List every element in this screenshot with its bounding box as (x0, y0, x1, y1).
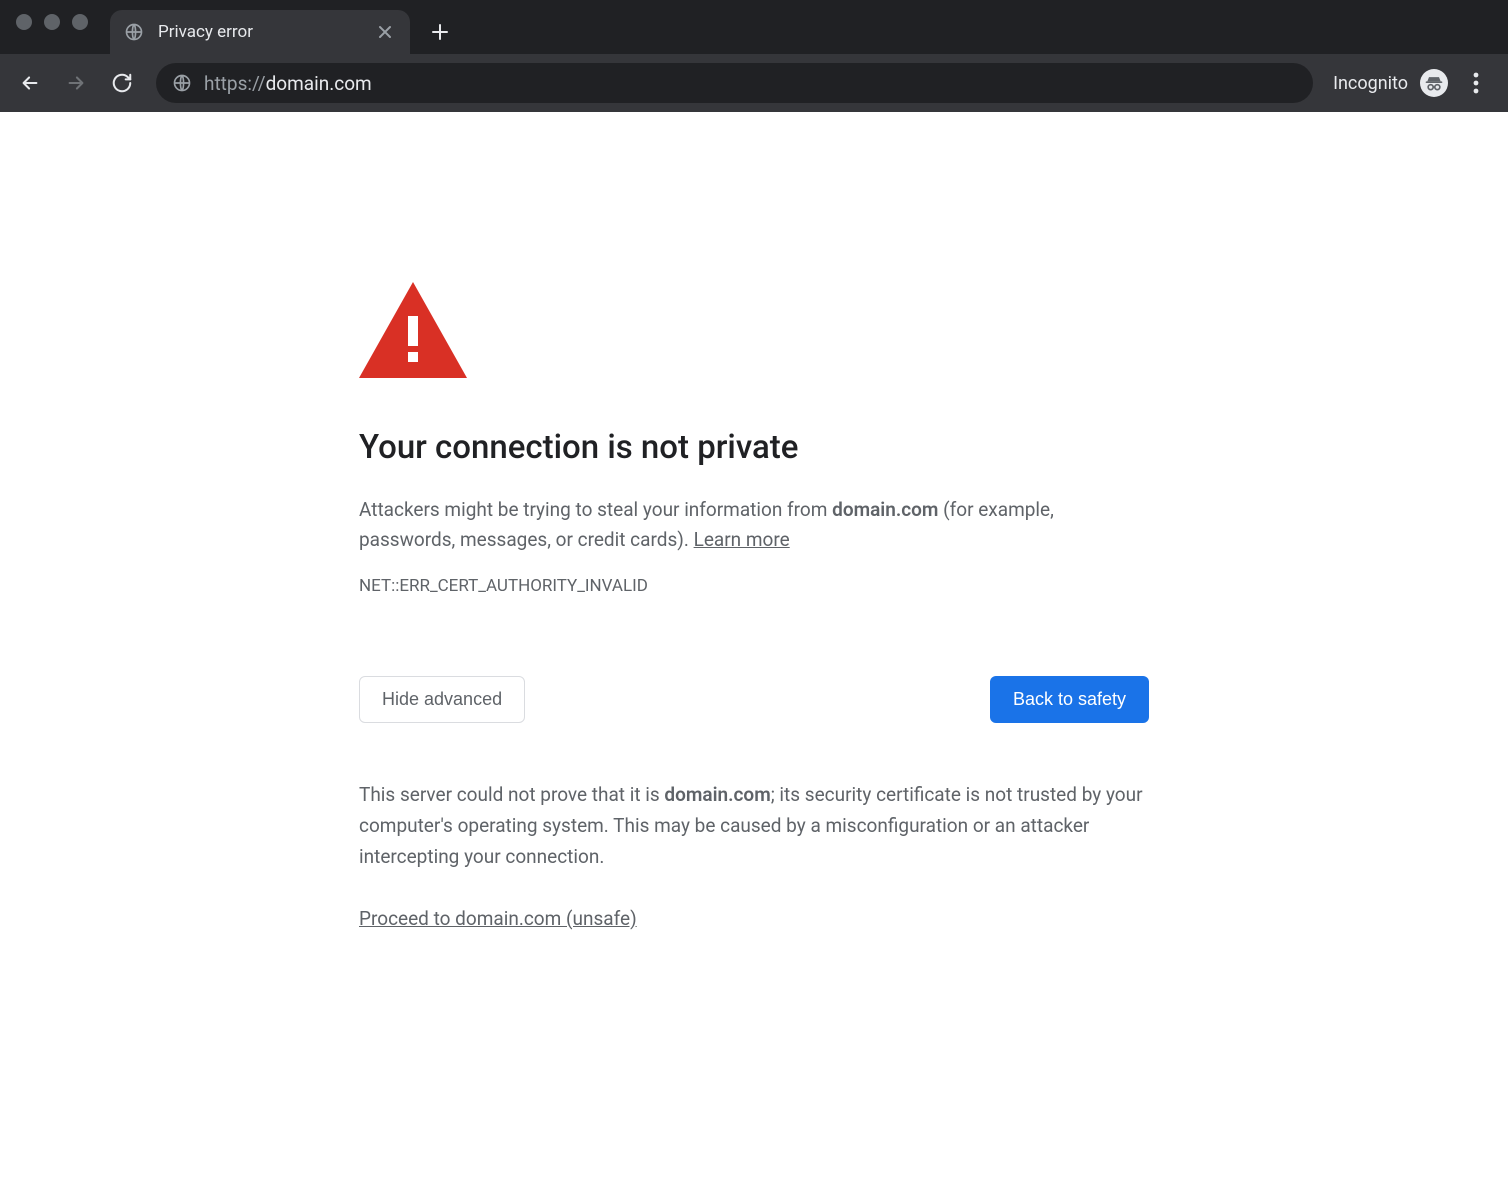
back-button[interactable] (10, 63, 50, 103)
forward-button[interactable] (56, 63, 96, 103)
adv-domain: domain.com (664, 783, 770, 806)
site-info-globe-icon[interactable] (172, 73, 192, 93)
subtitle-domain: domain.com (832, 498, 938, 521)
error-code: NET::ERR_CERT_AUTHORITY_INVALID (359, 576, 1149, 596)
window-controls (10, 0, 98, 54)
tab-strip: Privacy error (0, 0, 1508, 54)
subtitle-text-pre: Attackers might be trying to steal your … (359, 498, 832, 521)
url-host: domain.com (266, 72, 372, 95)
active-tab[interactable]: Privacy error (110, 10, 410, 54)
toolbar: https://domain.com Incognito (0, 54, 1508, 112)
address-bar[interactable]: https://domain.com (156, 63, 1313, 103)
incognito-icon[interactable] (1420, 69, 1448, 97)
hide-advanced-button[interactable]: Hide advanced (359, 676, 525, 723)
kebab-menu-icon[interactable] (1460, 63, 1492, 103)
browser-chrome-top: Privacy error (0, 0, 1508, 112)
security-interstitial: Your connection is not private Attackers… (359, 112, 1149, 990)
advanced-explanation: This server could not prove that it is d… (359, 779, 1149, 873)
tab-title: Privacy error (158, 22, 360, 42)
window-zoom-dot[interactable] (72, 14, 88, 30)
incognito-label: Incognito (1333, 73, 1408, 94)
window-close-dot[interactable] (16, 14, 32, 30)
toolbar-right: Incognito (1327, 63, 1498, 103)
tab-close-icon[interactable] (374, 21, 396, 43)
browser-window: Privacy error (0, 0, 1508, 1197)
button-row: Hide advanced Back to safety (359, 676, 1149, 723)
proceed-unsafe-link[interactable]: Proceed to domain.com (unsafe) (359, 907, 637, 930)
globe-icon (124, 22, 144, 42)
new-tab-button[interactable] (420, 12, 460, 52)
warning-subtitle: Attackers might be trying to steal your … (359, 495, 1149, 556)
url-text: https://domain.com (204, 72, 372, 95)
page-title: Your connection is not private (359, 428, 1149, 467)
learn-more-link[interactable]: Learn more (694, 528, 790, 551)
reload-button[interactable] (102, 63, 142, 103)
back-to-safety-button[interactable]: Back to safety (990, 676, 1149, 723)
page-content: Your connection is not private Attackers… (0, 112, 1508, 1197)
window-minimize-dot[interactable] (44, 14, 60, 30)
adv-text-pre: This server could not prove that it is (359, 783, 664, 806)
warning-triangle-icon (359, 282, 1149, 378)
url-scheme: https:// (204, 72, 266, 95)
